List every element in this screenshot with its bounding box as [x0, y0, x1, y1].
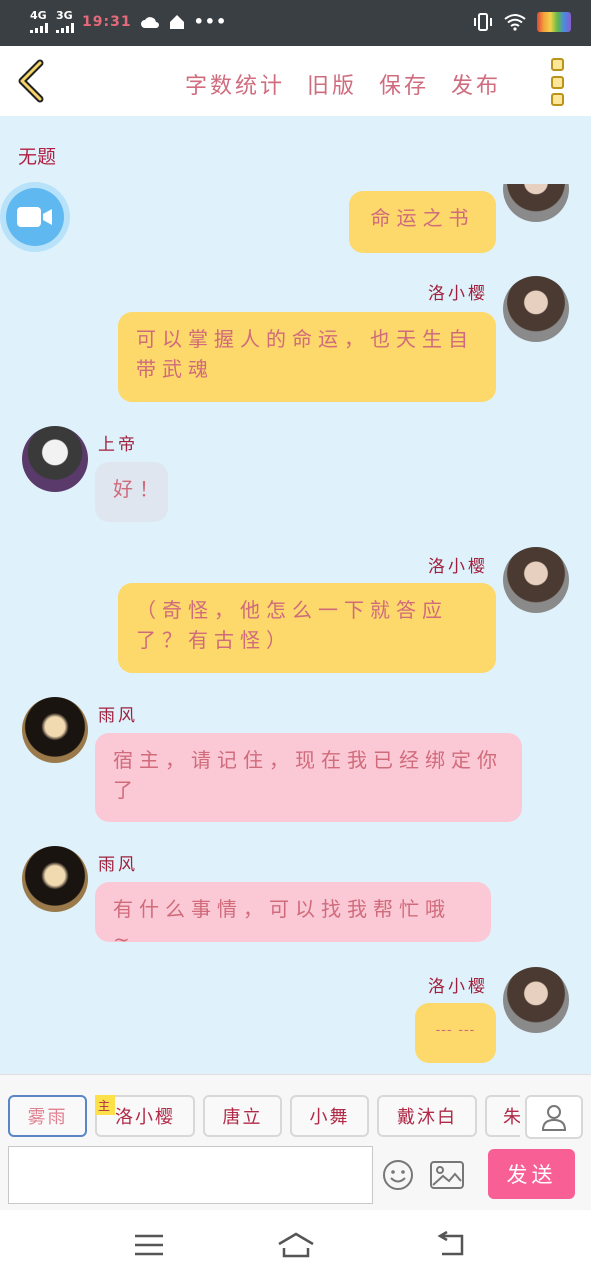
signal-icon-2: 3G	[56, 10, 74, 33]
message-text: 命运之书	[370, 206, 475, 230]
character-chip-label: 洛小樱	[115, 1107, 175, 1128]
message-text: 有什么事情，可以找我帮忙哦~	[113, 897, 451, 951]
avatar[interactable]	[22, 697, 88, 763]
network-label-1: 4G	[30, 9, 47, 22]
header-actions: 字数统计 旧版 保存 发布	[185, 68, 501, 100]
sender-name: 上帝	[98, 435, 138, 455]
character-chip[interactable]: 小舞	[290, 1095, 369, 1137]
chat-title: 无题	[18, 146, 57, 168]
vibrate-icon	[474, 13, 492, 31]
old-version-button[interactable]: 旧版	[307, 68, 357, 100]
signal-icon: 4G	[30, 10, 48, 33]
chevron-left-icon[interactable]	[12, 58, 52, 104]
sender-name: 雨风	[98, 855, 138, 875]
message-text: 宿主，请记住，现在我已经绑定你了	[113, 748, 503, 802]
home-nav-icon[interactable]	[276, 1230, 316, 1260]
video-call-button[interactable]	[0, 182, 70, 252]
wifi-icon	[504, 14, 526, 31]
status-bar: 4G 3G 19:31 •••	[0, 0, 591, 46]
menu-icon[interactable]	[132, 1230, 166, 1260]
word-count-button[interactable]: 字数统计	[185, 68, 285, 100]
emoji-icon[interactable]	[382, 1159, 414, 1191]
video-camera-icon	[17, 207, 52, 227]
more-vertical-icon[interactable]	[551, 58, 565, 106]
character-chip[interactable]: 雾雨	[8, 1095, 87, 1137]
character-chip[interactable]: 主 洛小樱	[95, 1095, 195, 1137]
character-chip-label: 朱	[503, 1107, 520, 1128]
manage-characters-button[interactable]	[525, 1095, 583, 1139]
message-text: （奇怪，他怎么一下就答应了？有古怪）	[136, 598, 448, 652]
input-panel: 雾雨 主 洛小樱 唐立 小舞 戴沐白 朱 发送	[0, 1074, 591, 1210]
chat-area[interactable]: 无题 命运之书 洛小樱 可以掌握人的命运，也天生自带武魂 上帝 好！ 洛小樱 （…	[0, 116, 591, 1074]
publish-button[interactable]: 发布	[451, 68, 501, 100]
message-text: --- ---	[435, 1022, 476, 1038]
message-text: 可以掌握人的命运，也天生自带武魂	[136, 327, 474, 381]
back-nav-icon[interactable]	[434, 1230, 468, 1260]
message-bubble[interactable]: （奇怪，他怎么一下就答应了？有古怪）	[118, 583, 496, 673]
character-chip-label: 小舞	[309, 1107, 350, 1128]
message-bubble[interactable]: 有什么事情，可以找我帮忙哦~	[95, 882, 491, 951]
avatar[interactable]	[503, 547, 569, 613]
home-icon	[169, 14, 184, 29]
avatar[interactable]	[503, 967, 569, 1033]
network-label-2: 3G	[56, 9, 73, 22]
message-text: 好！	[113, 477, 165, 501]
message-bubble[interactable]: 命运之书	[349, 191, 496, 253]
sender-name: 雨风	[98, 706, 138, 726]
clock: 19:31	[82, 13, 132, 30]
character-chip-label: 雾雨	[27, 1107, 68, 1128]
avatar[interactable]	[22, 426, 88, 492]
battery-icon	[537, 12, 571, 32]
sender-name: 洛小樱	[428, 557, 488, 577]
message-bubble[interactable]: 宿主，请记住，现在我已经绑定你了	[95, 733, 522, 822]
sender-name: 洛小樱	[428, 977, 488, 997]
message-bubble[interactable]: --- ---	[415, 1003, 496, 1063]
character-chip-label: 戴沐白	[397, 1107, 457, 1128]
avatar[interactable]	[503, 276, 569, 342]
cloud-icon	[140, 16, 159, 28]
main-character-badge: 主	[95, 1095, 115, 1115]
message-input[interactable]	[8, 1146, 373, 1204]
character-chip[interactable]: 朱	[485, 1095, 520, 1137]
image-icon[interactable]	[430, 1161, 464, 1189]
send-button[interactable]: 发送	[488, 1149, 575, 1199]
character-selector[interactable]: 雾雨 主 洛小樱 唐立 小舞 戴沐白 朱	[8, 1095, 520, 1137]
person-icon	[541, 1105, 567, 1131]
character-chip[interactable]: 戴沐白	[377, 1095, 477, 1137]
message-bubble[interactable]: 好！	[95, 462, 168, 522]
sender-name: 洛小樱	[428, 284, 488, 304]
message-bubble[interactable]: 可以掌握人的命运，也天生自带武魂	[118, 312, 496, 402]
character-chip-label: 唐立	[222, 1107, 263, 1128]
more-dots-icon: •••	[193, 12, 228, 31]
save-button[interactable]: 保存	[379, 68, 429, 100]
character-chip[interactable]: 唐立	[203, 1095, 282, 1137]
avatar[interactable]	[22, 846, 88, 912]
avatar[interactable]	[503, 184, 569, 222]
navigation-bar	[0, 1210, 591, 1280]
top-toolbar: 字数统计 旧版 保存 发布	[0, 46, 591, 116]
